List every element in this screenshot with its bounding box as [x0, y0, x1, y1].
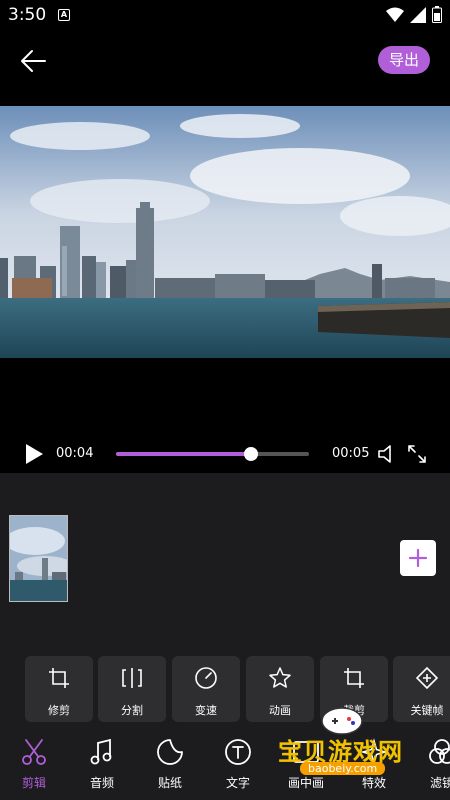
watermark: 宝贝游戏网 baobeiy.com	[268, 706, 418, 786]
star-icon	[269, 667, 291, 688]
playback-controls: 00:04 00:05	[0, 433, 450, 473]
tool-label: 分割	[121, 704, 143, 717]
tab-audio[interactable]: 音频	[72, 734, 132, 794]
tool-label: 修剪	[48, 704, 70, 717]
progress-fill	[116, 452, 252, 456]
volume-icon[interactable]	[376, 443, 398, 465]
fullscreen-icon[interactable]	[406, 443, 428, 465]
progress-knob[interactable]	[244, 447, 259, 461]
status-icons	[386, 6, 442, 23]
tab-label: 剪辑	[21, 776, 46, 790]
music-note-icon	[90, 738, 112, 765]
notification-a-icon: A	[58, 9, 70, 21]
speed-gauge-icon	[195, 667, 217, 689]
video-letterbox	[0, 358, 450, 433]
battery-icon	[432, 6, 442, 23]
video-frame	[0, 106, 450, 358]
clip-thumbnail[interactable]	[9, 515, 68, 602]
status-time: 3:50	[8, 5, 47, 25]
tab-sticker[interactable]: 贴纸	[140, 734, 200, 794]
tab-label: 贴纸	[157, 776, 182, 790]
tool-label: 变速	[195, 704, 217, 717]
play-icon[interactable]	[24, 443, 44, 465]
crop-icon	[49, 668, 69, 688]
tab-text[interactable]: 文字	[208, 734, 268, 794]
add-clip-button[interactable]	[400, 540, 436, 576]
tool-trim[interactable]: 修剪	[25, 656, 93, 722]
status-bar: 3:50 A	[0, 0, 450, 30]
plus-icon	[408, 548, 428, 568]
text-icon	[225, 739, 251, 765]
sticker-icon	[157, 739, 183, 765]
top-bar: 导出	[0, 30, 450, 105]
signal-icon	[410, 6, 426, 23]
tool-split[interactable]: 分割	[98, 656, 166, 722]
video-preview[interactable]	[0, 106, 450, 358]
tab-label: 文字	[225, 776, 250, 790]
scissors-icon	[22, 739, 46, 765]
tool-speed[interactable]: 变速	[172, 656, 240, 722]
crop-icon	[344, 668, 364, 688]
filter-icon	[429, 739, 450, 764]
timeline	[0, 473, 450, 648]
wifi-icon	[386, 7, 404, 22]
progress-slider[interactable]	[116, 447, 309, 461]
keyframe-icon	[415, 666, 439, 690]
tab-edit[interactable]: 剪辑	[4, 734, 64, 794]
split-icon	[122, 668, 142, 688]
watermark-url: baobeiy.com	[300, 762, 386, 775]
export-button[interactable]: 导出	[378, 46, 430, 74]
arrow-left-icon[interactable]	[18, 46, 48, 76]
tab-label: 音频	[89, 776, 114, 790]
current-time: 00:04	[56, 446, 94, 461]
total-time: 00:05	[332, 446, 370, 461]
